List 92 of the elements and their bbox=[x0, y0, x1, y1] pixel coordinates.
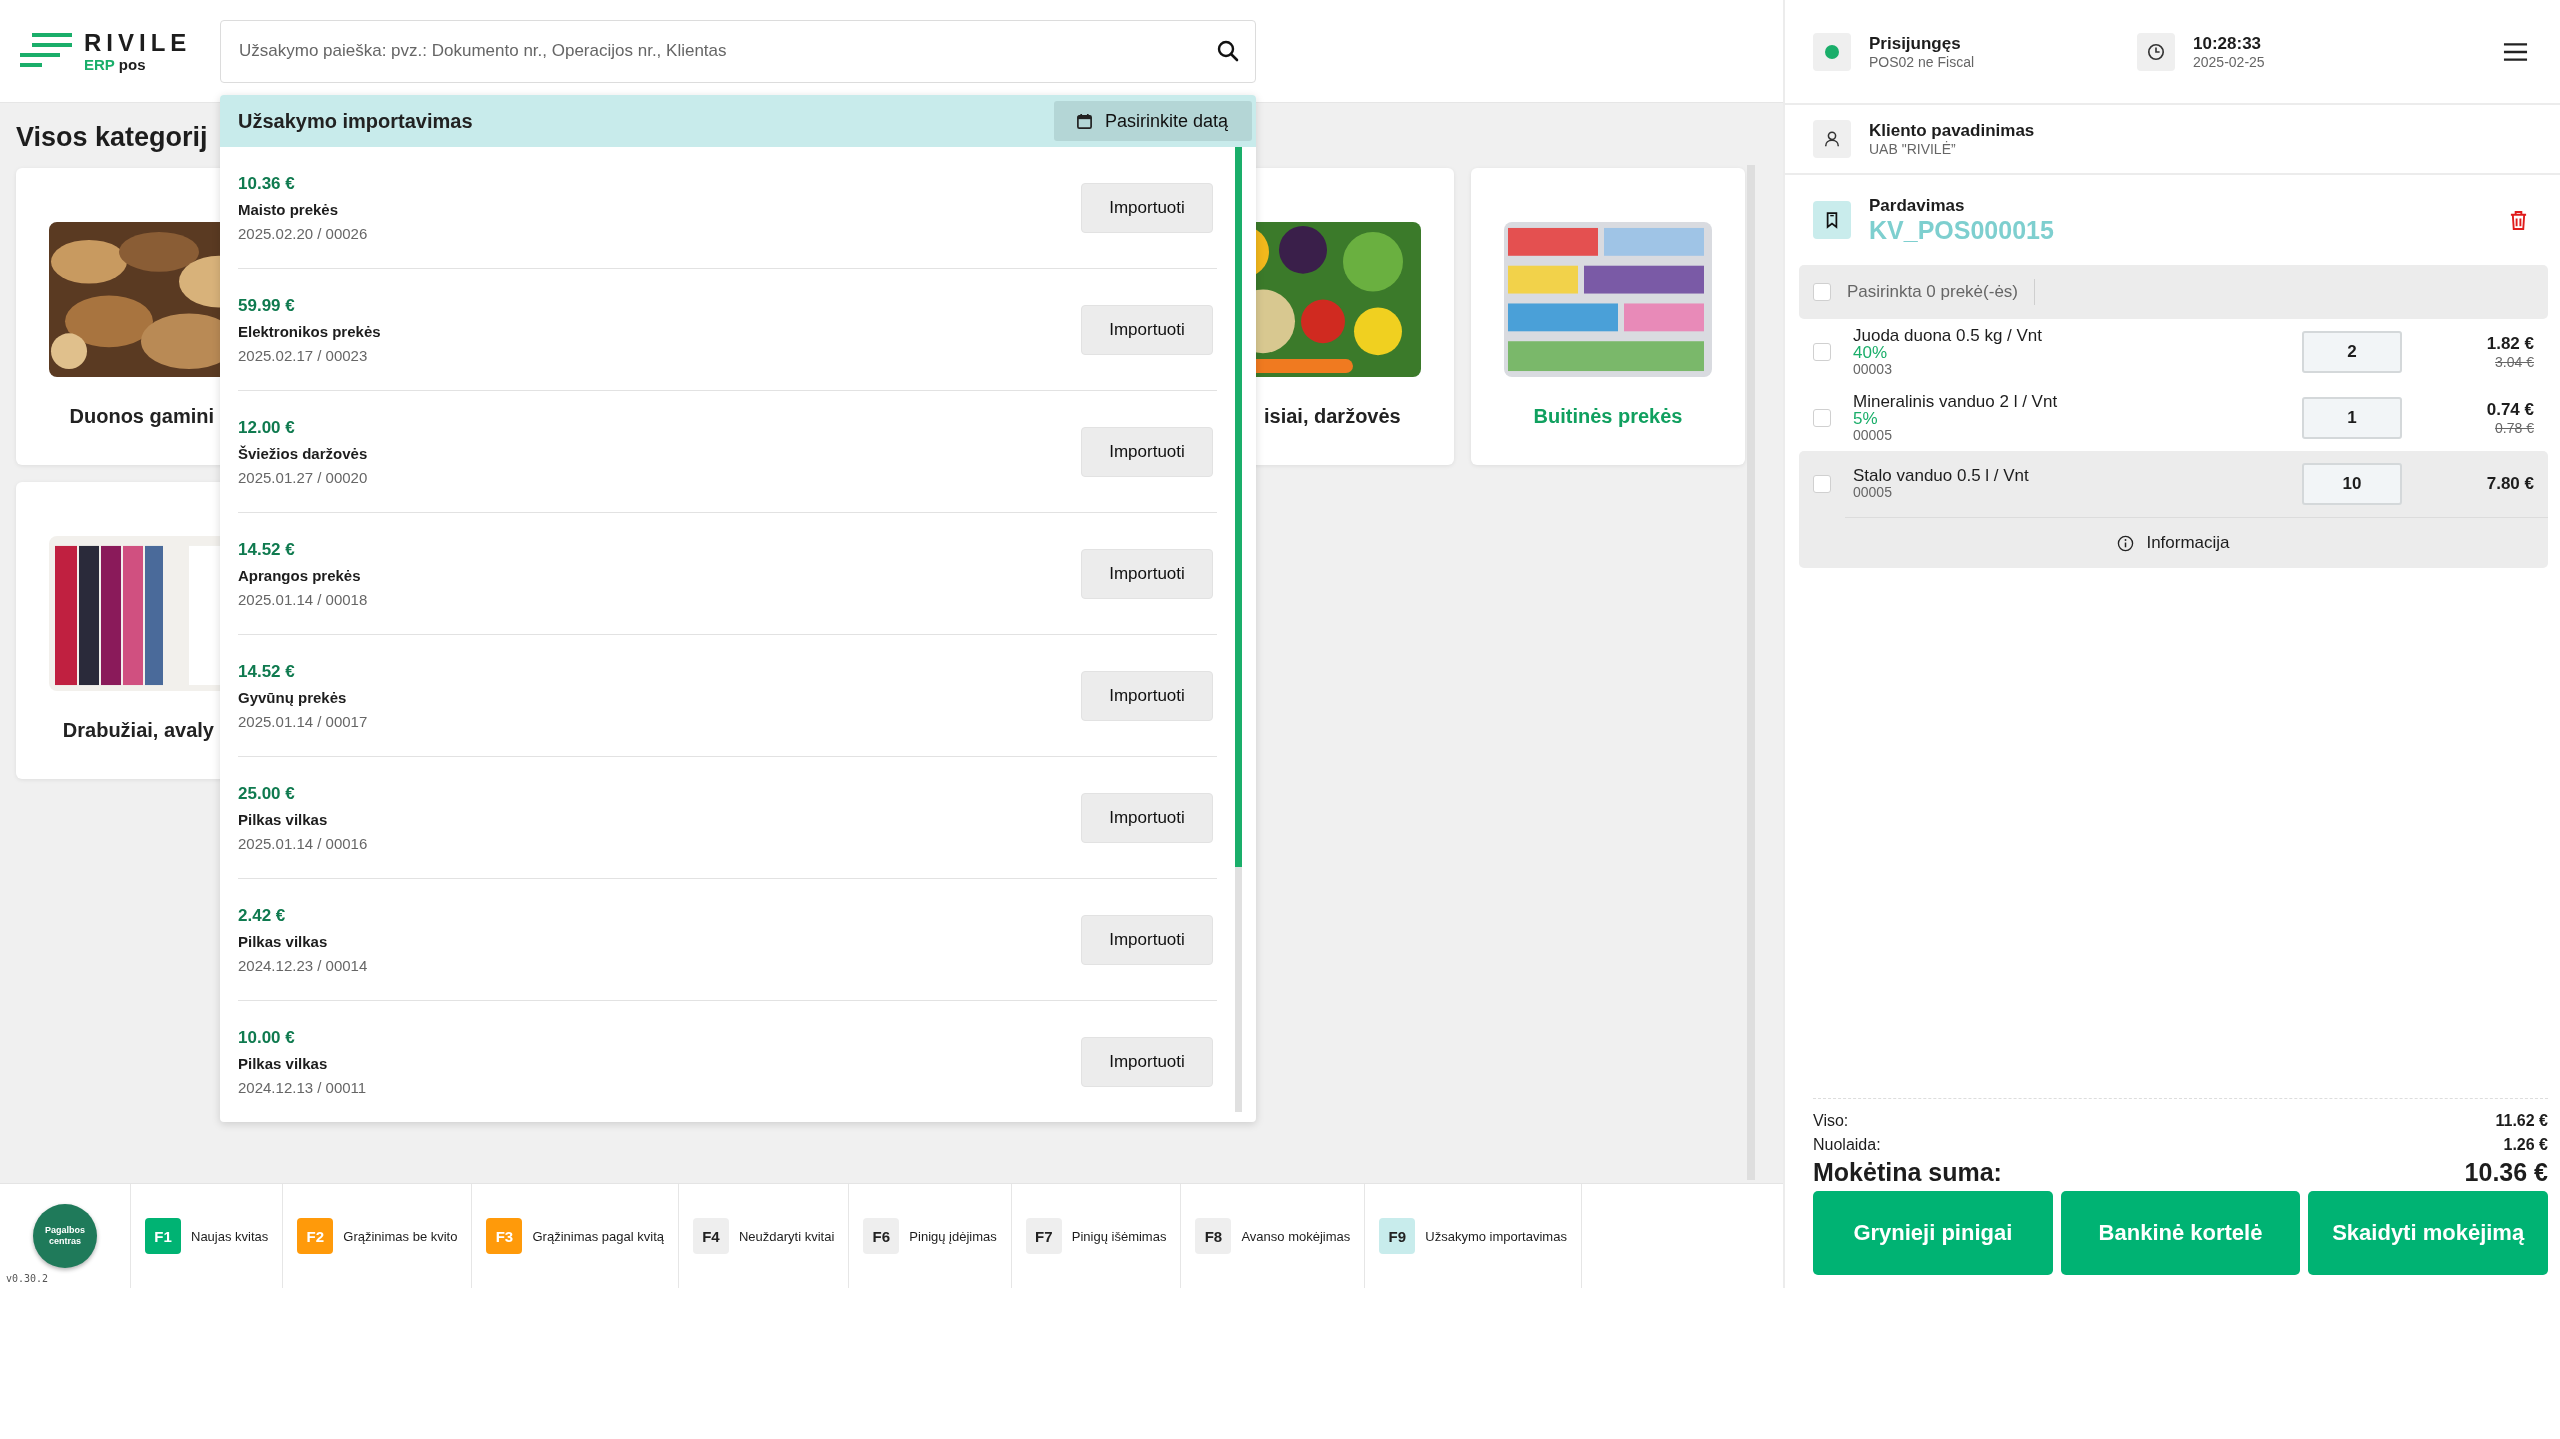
function-key-label: Pinigų įdėjimas bbox=[909, 1228, 997, 1244]
panel-title: Užsakymo importavimas bbox=[238, 109, 473, 133]
item-code: 00005 bbox=[1853, 484, 1893, 501]
delete-icon[interactable] bbox=[2509, 209, 2528, 231]
function-key-label: Naujas kvitas bbox=[191, 1228, 269, 1244]
page-heading: Visos kategorij bbox=[16, 122, 208, 152]
product-name: ERP bbox=[84, 55, 115, 73]
item-price: 1.82 € bbox=[2486, 334, 2534, 354]
function-key-label: Neuždaryti kvitai bbox=[738, 1228, 835, 1244]
subtotal-value: 11.62 € bbox=[2495, 1111, 2548, 1131]
order-date-number: 2024.12.23 / 00014 bbox=[238, 956, 368, 974]
client-name: UAB "RIVILĖ” bbox=[1869, 141, 1957, 157]
key-badge: F7 bbox=[1025, 1218, 1062, 1254]
import-button[interactable]: Importuoti bbox=[1081, 670, 1213, 721]
item-code: 00005 bbox=[1853, 426, 1893, 444]
client-title: Kliento pavadinimas bbox=[1869, 121, 2035, 141]
checkbox[interactable] bbox=[1813, 409, 1831, 427]
order-name: Pilkas vilkas bbox=[238, 932, 329, 950]
function-key-label: Pinigų išėmimas bbox=[1071, 1228, 1167, 1244]
scrollbar[interactable] bbox=[1235, 147, 1242, 867]
version-label: v0.30.2 bbox=[6, 1273, 49, 1284]
import-button[interactable]: Importuoti bbox=[1081, 1036, 1213, 1087]
key-badge: F4 bbox=[692, 1218, 729, 1254]
key-badge: F8 bbox=[1195, 1218, 1232, 1254]
search-icon[interactable] bbox=[1216, 38, 1240, 63]
item-discount: 5% bbox=[1853, 409, 1879, 427]
key-badge: F1 bbox=[145, 1218, 181, 1254]
clock-time: 10:28:33 bbox=[2193, 33, 2263, 54]
connection-subtitle: POS02 ne Fiscal bbox=[1869, 53, 1976, 70]
import-button[interactable]: Importuoti bbox=[1081, 792, 1213, 843]
search-field[interactable]: Užsakymo paieška: pvz.: Dokumento nr., Operacijos nr., Klientas bbox=[220, 19, 1256, 83]
function-key-label: Grąžinimas pagal kvitą bbox=[532, 1228, 664, 1244]
category-label: Buitinės prekės bbox=[1533, 405, 1683, 427]
quantity-field[interactable]: 10 bbox=[2302, 463, 2402, 505]
item-price: 7.80 € bbox=[2486, 474, 2534, 494]
category-label: Duonos gamini bbox=[69, 405, 214, 427]
quantity-field[interactable]: 1 bbox=[2302, 397, 2402, 439]
amount-due-label: Mokėtina suma: bbox=[1813, 1157, 2002, 1187]
order-name: Pilkas vilkas bbox=[238, 810, 329, 828]
cart-item-panel[interactable]: Stalo vanduo 0.5 l / Vnt 00005 10 7.80 € Informacija bbox=[1799, 451, 2548, 568]
category-label: Drabužiai, avaly bbox=[62, 719, 214, 741]
item-price: 0.74 € bbox=[2486, 400, 2534, 420]
key-badge: F3 bbox=[486, 1218, 523, 1254]
order-amount: 25.00 € bbox=[238, 783, 296, 804]
discount-value: 1.26 € bbox=[2503, 1135, 2548, 1155]
order-amount: 2.42 € bbox=[238, 905, 287, 926]
key-badge: F6 bbox=[863, 1218, 900, 1254]
function-key-label: Užsakymo importavimas bbox=[1425, 1228, 1567, 1244]
order-date-number: 2024.12.13 / 00011 bbox=[238, 1078, 367, 1096]
key-badge: F2 bbox=[297, 1218, 334, 1254]
date-button[interactable]: Pasirinkite datą bbox=[1053, 101, 1252, 141]
quantity-field[interactable]: 2 bbox=[2302, 331, 2402, 373]
import-button[interactable]: Importuoti bbox=[1081, 182, 1213, 233]
import-button[interactable]: Importuoti bbox=[1081, 914, 1213, 965]
sale-number: KV_POS000015 bbox=[1869, 215, 2054, 245]
import-button[interactable]: Importuoti bbox=[1081, 548, 1213, 599]
order-name: Pilkas vilkas bbox=[238, 1054, 329, 1072]
import-button[interactable]: Importuoti bbox=[1081, 426, 1213, 477]
checkbox[interactable] bbox=[1813, 283, 1831, 301]
item-discount: 40% bbox=[1853, 343, 1889, 361]
selection-count: Pasirinkta 0 prekė(-ės) bbox=[1847, 282, 2018, 302]
person-icon bbox=[1823, 130, 1841, 148]
old-price: 3.04 € bbox=[2495, 354, 2534, 370]
item-code: 00003 bbox=[1853, 360, 1893, 378]
help-button[interactable]: Pagalbos centras bbox=[33, 1204, 97, 1268]
import-button[interactable]: Importuoti bbox=[1081, 304, 1213, 355]
product-suffix: pos bbox=[118, 55, 146, 73]
key-badge: F9 bbox=[1379, 1218, 1416, 1254]
sale-title: Pardavimas bbox=[1869, 195, 1966, 216]
item-name: Juoda duona 0.5 kg / Vnt bbox=[1853, 326, 2044, 344]
bookmark-icon bbox=[1825, 211, 1839, 229]
checkbox[interactable] bbox=[1813, 343, 1831, 361]
checkbox[interactable] bbox=[1813, 475, 1831, 493]
connection-title: Prisijungęs bbox=[1869, 33, 1962, 54]
menu-icon[interactable] bbox=[2503, 41, 2528, 62]
clock-date: 2025-02-25 bbox=[2193, 53, 2265, 70]
clock-icon bbox=[2147, 42, 2165, 61]
function-key-label: Avanso mokėjimas bbox=[1241, 1228, 1351, 1244]
order-date-number: 2025.01.14 / 00016 bbox=[238, 834, 368, 852]
order-amount: 10.00 € bbox=[238, 1027, 296, 1048]
function-key-label: Grąžinimas be kvito bbox=[343, 1228, 458, 1244]
amount-due-value: 10.36 € bbox=[2464, 1157, 2548, 1187]
discount-label: Nuolaida: bbox=[1813, 1135, 1881, 1155]
old-price: 0.78 € bbox=[2495, 420, 2534, 436]
info-icon bbox=[2117, 534, 2135, 552]
calendar-icon bbox=[1075, 112, 1093, 130]
info-link[interactable]: Informacija bbox=[2146, 533, 2230, 553]
subtotal-label: Viso: bbox=[1813, 1111, 1849, 1131]
category-label: isiai, daržovės bbox=[1264, 405, 1401, 427]
item-name: Stalo vanduo 0.5 l / Vnt bbox=[1853, 467, 2030, 484]
brand-name: RIVILE bbox=[84, 29, 192, 56]
item-name: Mineralinis vanduo 2 l / Vnt bbox=[1853, 392, 2059, 410]
